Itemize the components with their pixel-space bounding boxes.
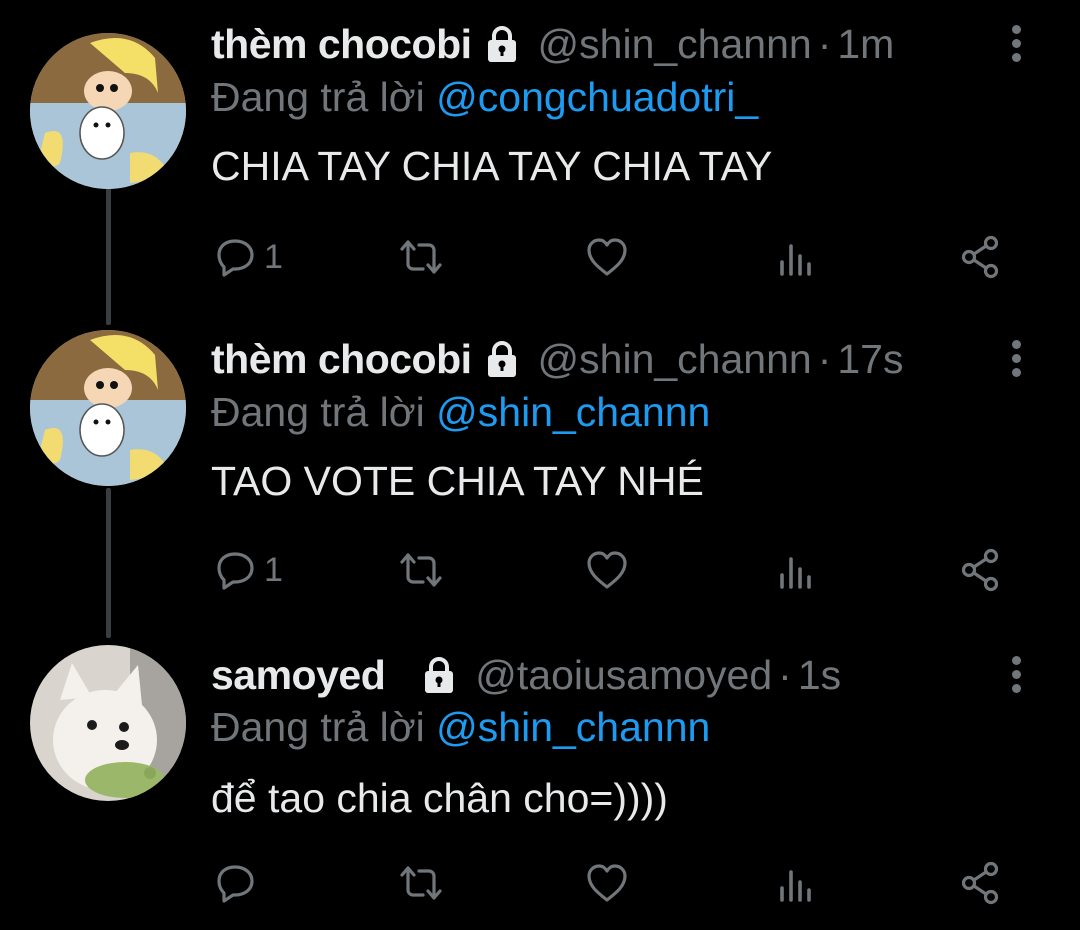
- replying-to: Đang trả lời @congchuadotri_: [211, 74, 758, 121]
- shin-chan-avatar: [30, 33, 186, 189]
- shin-chan-avatar: [30, 330, 186, 486]
- reply-button[interactable]: 1: [212, 232, 283, 282]
- share-button[interactable]: [958, 232, 1004, 282]
- share-button[interactable]: [958, 858, 1004, 908]
- more-options-button[interactable]: [1001, 18, 1031, 68]
- retweet-icon: [400, 240, 442, 274]
- tweet-header: samoyed @taoiusamoyed · 1s: [211, 647, 841, 703]
- timestamp[interactable]: 1m: [837, 21, 894, 68]
- timestamp[interactable]: 1s: [798, 652, 841, 699]
- reply-count: 1: [264, 550, 283, 589]
- timestamp[interactable]: 17s: [837, 336, 903, 383]
- separator-dot: ·: [778, 651, 792, 698]
- reply-button[interactable]: 1: [212, 545, 283, 595]
- avatar[interactable]: [30, 645, 186, 801]
- retweet-button[interactable]: [398, 232, 444, 282]
- replying-to: Đang trả lời @shin_channn: [211, 704, 710, 751]
- retweet-button[interactable]: [398, 858, 444, 908]
- tweet-text: để tao chia chân cho=)))): [211, 775, 668, 821]
- like-button[interactable]: [584, 545, 630, 595]
- like-button[interactable]: [584, 232, 630, 282]
- display-name[interactable]: thèm chocobi: [211, 336, 472, 383]
- analytics-button[interactable]: [774, 232, 820, 282]
- analytics-icon: [780, 557, 811, 589]
- more-options-button[interactable]: [1001, 333, 1031, 383]
- replying-mention[interactable]: @shin_channn: [436, 704, 710, 750]
- tweet-text: TAO VOTE CHIA TAY NHÉ: [211, 458, 704, 504]
- retweet-icon: [400, 866, 442, 900]
- analytics-icon: [780, 244, 811, 276]
- user-handle[interactable]: @shin_channn: [538, 336, 812, 383]
- analytics-button[interactable]: [774, 545, 820, 595]
- reply-icon: [217, 552, 254, 590]
- retweet-button[interactable]: [398, 545, 444, 595]
- tweet[interactable]: thèm chocobi @shin_channn · 17s Đang trả…: [0, 315, 1080, 615]
- share-icon: [961, 548, 999, 592]
- more-options-button[interactable]: [1001, 649, 1031, 699]
- display-name[interactable]: thèm chocobi: [211, 21, 472, 68]
- tweet[interactable]: samoyed @taoiusamoyed · 1s Đang trả lời …: [0, 630, 1080, 930]
- reply-icon: [217, 239, 254, 277]
- action-bar: [0, 858, 1080, 908]
- replying-prefix: Đang trả lời: [211, 389, 425, 435]
- user-handle[interactable]: @taoiusamoyed: [475, 652, 772, 699]
- replying-to: Đang trả lời @shin_channn: [211, 389, 710, 436]
- replying-prefix: Đang trả lời: [211, 704, 425, 750]
- lock-icon: [482, 24, 522, 64]
- reply-count: 1: [264, 237, 283, 276]
- replying-prefix: Đang trả lời: [211, 74, 425, 120]
- tweet[interactable]: thèm chocobi @shin_channn · 1m Đang trả …: [0, 0, 1080, 300]
- share-icon: [961, 235, 999, 279]
- share-button[interactable]: [958, 545, 1004, 595]
- retweet-icon: [400, 553, 442, 587]
- separator-dot: ·: [817, 20, 832, 67]
- more-icon: [1011, 339, 1021, 349]
- tweet-text: CHIA TAY CHIA TAY CHIA TAY: [211, 143, 773, 189]
- like-icon: [587, 551, 627, 589]
- lock-icon: [482, 339, 522, 379]
- separator-dot: ·: [817, 335, 832, 382]
- replying-mention[interactable]: @shin_channn: [436, 389, 710, 435]
- like-button[interactable]: [584, 858, 630, 908]
- analytics-button[interactable]: [774, 858, 820, 908]
- avatar[interactable]: [30, 33, 186, 189]
- user-handle[interactable]: @shin_channn: [538, 21, 812, 68]
- samoyed-dog-avatar: [30, 645, 186, 801]
- tweet-header: thèm chocobi @shin_channn · 17s: [211, 331, 903, 387]
- display-name[interactable]: samoyed: [211, 652, 386, 699]
- analytics-icon: [780, 870, 811, 902]
- avatar[interactable]: [30, 330, 186, 486]
- like-icon: [587, 864, 627, 902]
- reply-button[interactable]: [212, 858, 258, 908]
- like-icon: [587, 238, 627, 276]
- more-icon: [1011, 655, 1021, 665]
- replying-mention[interactable]: @congchuadotri_: [436, 74, 758, 120]
- share-icon: [961, 861, 999, 905]
- tweet-header: thèm chocobi @shin_channn · 1m: [211, 16, 894, 72]
- lock-icon: [419, 655, 459, 695]
- reply-icon: [217, 865, 254, 903]
- action-bar: 1: [0, 545, 1080, 595]
- action-bar: 1: [0, 232, 1080, 282]
- more-icon: [1011, 24, 1021, 34]
